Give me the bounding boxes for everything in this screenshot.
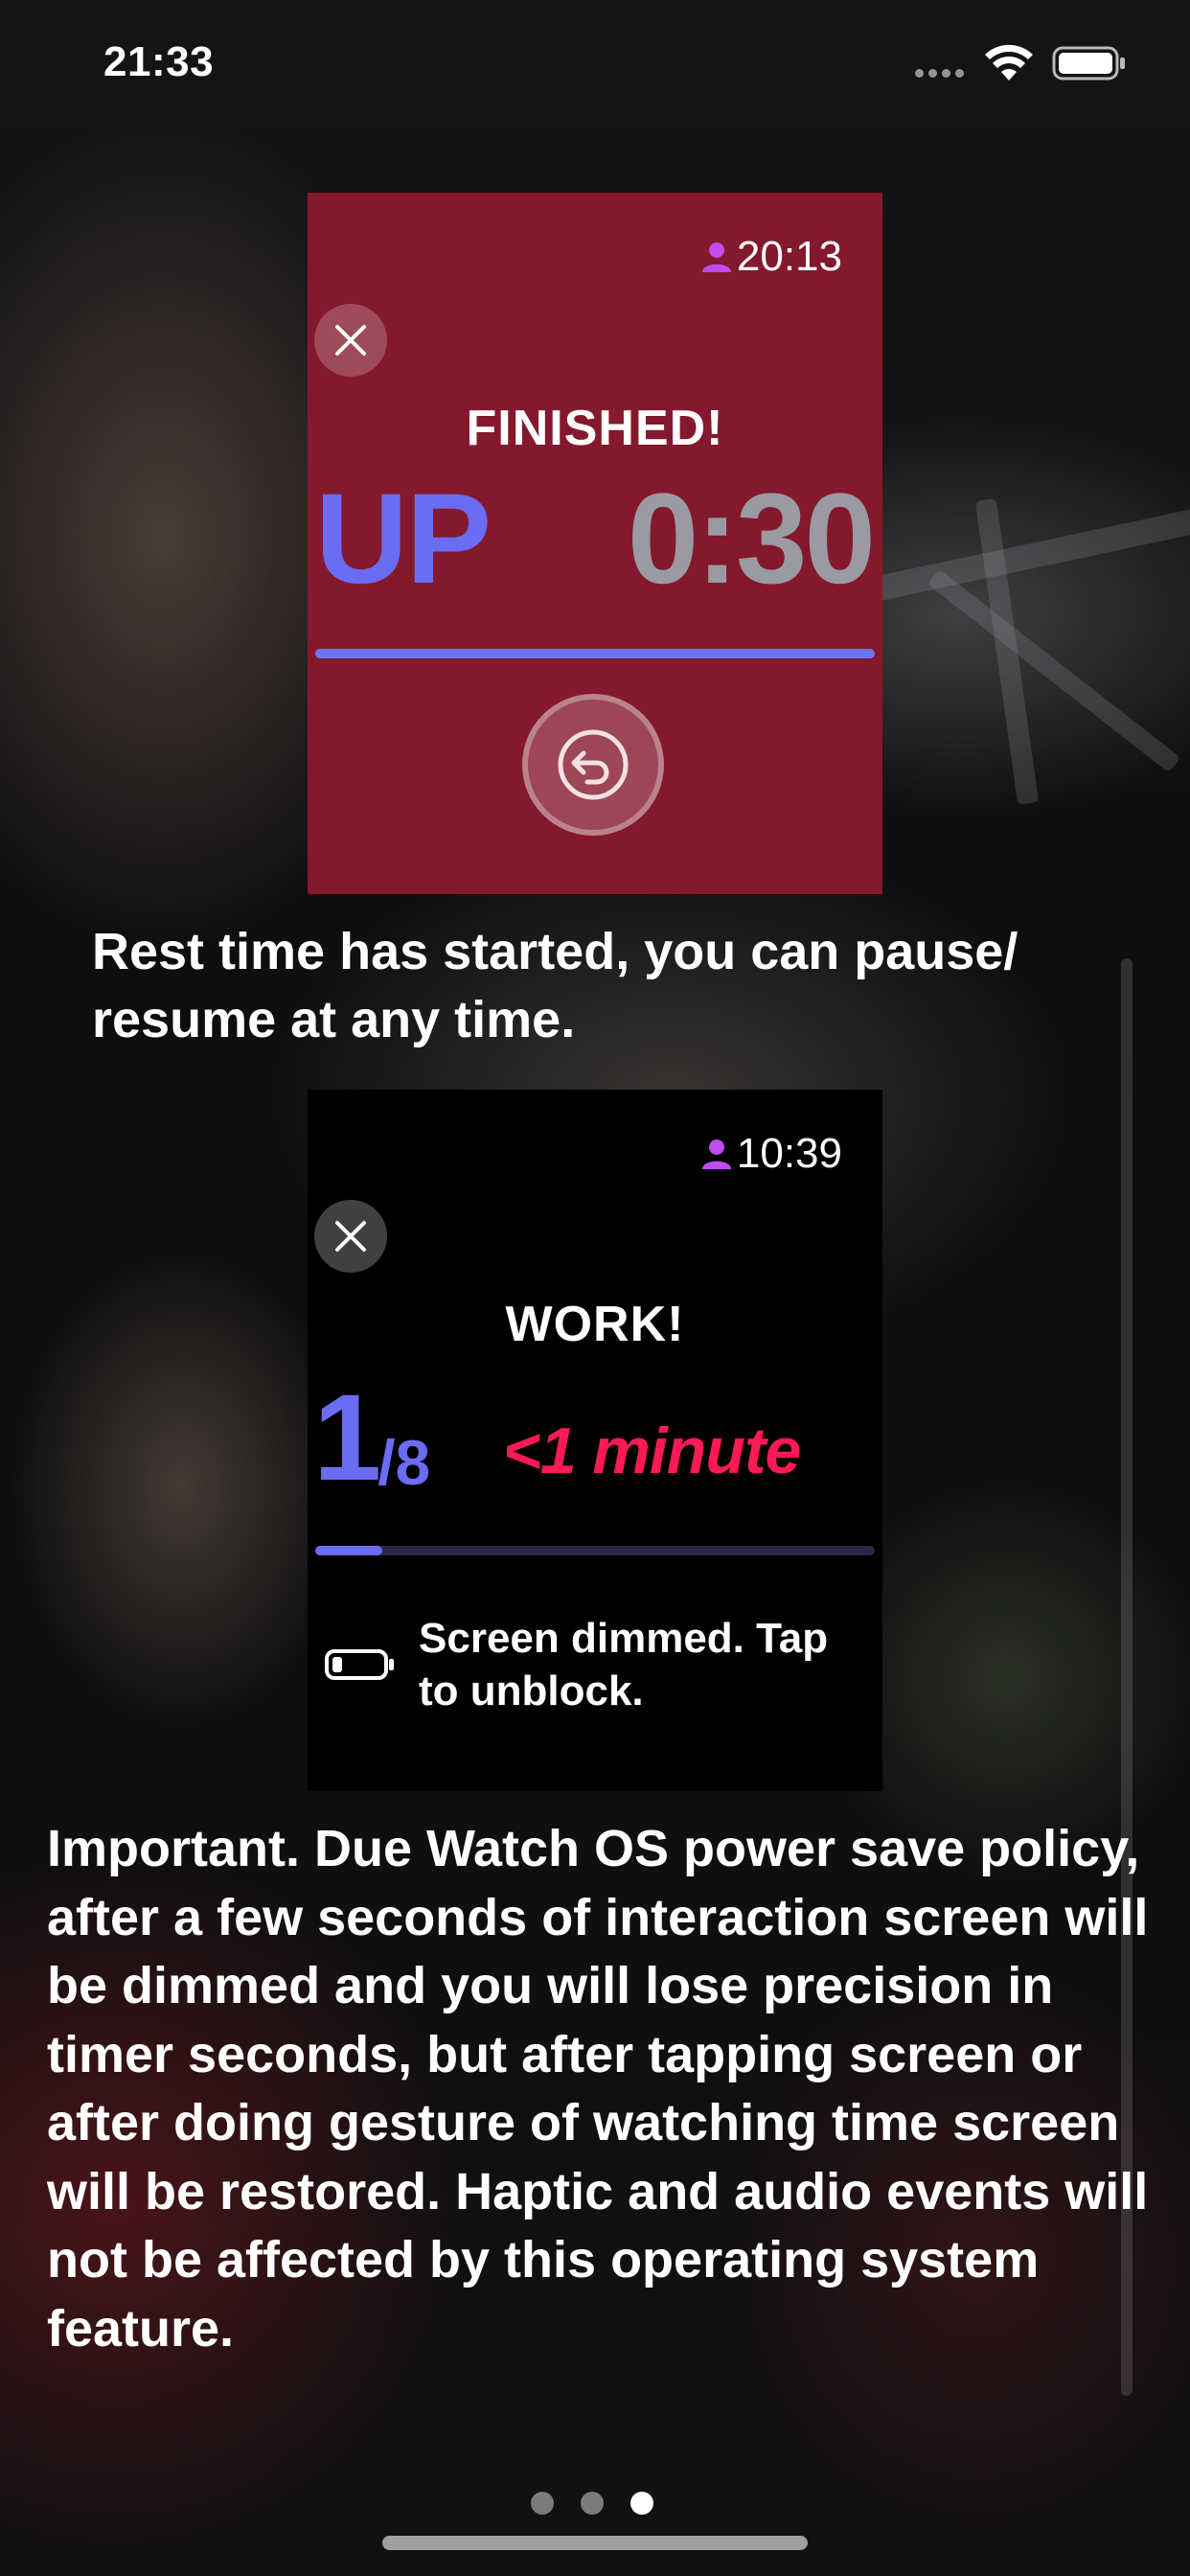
rest-time-caption: Rest time has started, you can pause/ re… [92,923,1018,1048]
power-save-caption: Important. Due Watch OS power save polic… [47,1820,1149,2358]
page-dot[interactable] [581,2492,604,2515]
watch-clock: 10:39 [700,1130,842,1178]
watch-clock-time: 20:13 [736,233,842,280]
wifi-icon [985,44,1033,80]
countdown-timer: 0:30 [627,468,876,610]
watch-screen-finished: 20:13 FINISHED! UP 0:30 [308,193,882,894]
restart-button[interactable] [522,694,664,836]
progress-bar [315,649,875,658]
progress-bar [315,1546,875,1555]
low-battery-icon [325,1649,394,1681]
status-time: 21:33 [103,38,215,85]
time-remaining: <1 minute [503,1414,801,1487]
close-button[interactable] [314,304,387,377]
watch-screen-work: 10:39 WORK! 1 /8 <1 minute Screen dimmed… [308,1090,882,1791]
watch-clock: 20:13 [700,233,842,281]
page-dot[interactable] [531,2492,554,2515]
watch-status-title: FINISHED! [466,401,724,456]
close-icon [335,325,366,356]
undo-arrow-icon [558,729,629,800]
person-icon [701,242,731,272]
close-icon [335,1221,366,1252]
signal-dots-icon [915,69,964,78]
battery-icon [1052,46,1125,80]
round-total: /8 [378,1427,431,1498]
home-indicator[interactable] [382,2536,808,2550]
watch-clock-time: 10:39 [736,1130,842,1177]
round-counter: 1 /8 [313,1377,430,1500]
page-dot[interactable] [630,2492,653,2515]
close-button[interactable] [314,1200,387,1273]
progress-fill [315,1546,383,1555]
status-bar: 21:33 [0,0,1190,134]
watch-status-title: WORK! [505,1297,685,1352]
progress-fill [315,649,875,658]
person-icon [701,1139,731,1169]
phase-label: UP [315,468,492,610]
round-current: 1 [313,1369,381,1506]
screen-dimmed-notice[interactable]: Screen dimmed. Tap to unblock. [321,1612,869,1718]
page-indicator[interactable] [531,2492,653,2515]
screen-dimmed-message: Screen dimmed. Tap to unblock. [419,1615,829,1715]
